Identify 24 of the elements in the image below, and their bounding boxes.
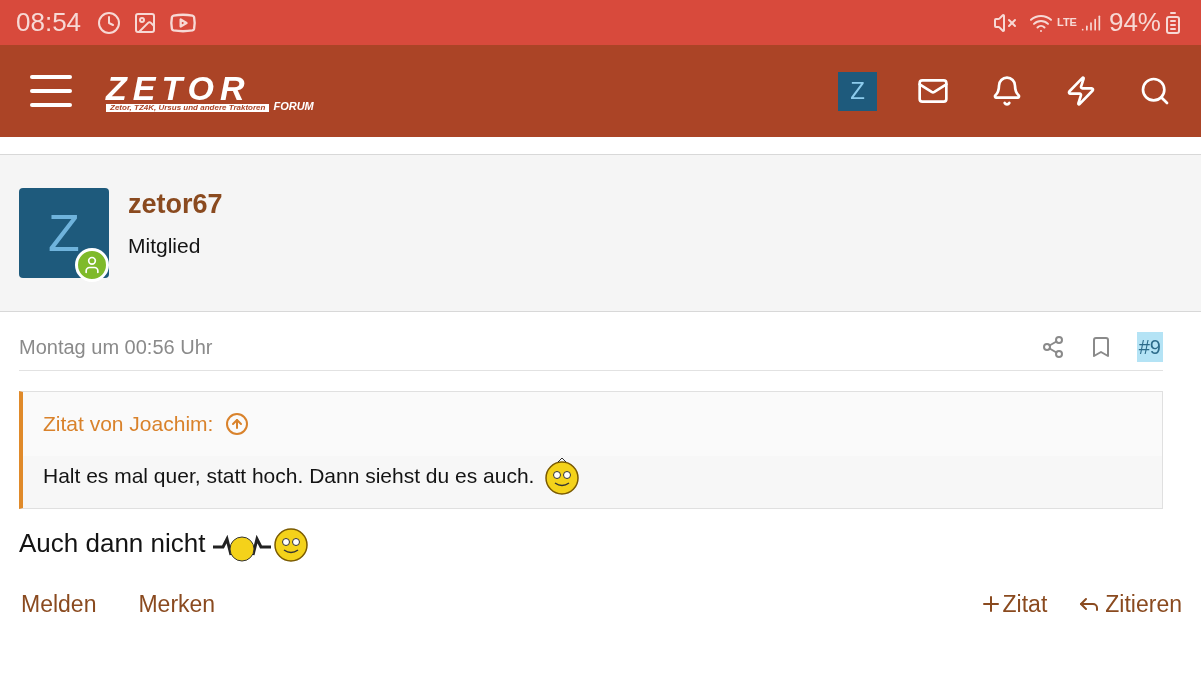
post-action-link[interactable]: Merken xyxy=(138,586,216,621)
reply-link[interactable]: Zitieren xyxy=(1077,586,1182,621)
post-number-link[interactable]: #9 xyxy=(1136,332,1163,362)
quote-text: Halt es mal quer, statt hoch. Dann siehst du es auch. xyxy=(43,462,535,489)
post-action-link[interactable]: Melden xyxy=(21,586,97,621)
user-avatar-button[interactable]: Z xyxy=(838,71,877,111)
author-role: Mitglied xyxy=(128,232,202,259)
menu-icon[interactable] xyxy=(30,73,72,109)
lightning-icon[interactable] xyxy=(1065,75,1097,107)
author-name[interactable]: zetor67 xyxy=(128,188,223,222)
post-date[interactable]: Montag um 00:56 Uhr xyxy=(19,332,213,362)
bell-icon[interactable] xyxy=(991,75,1023,107)
dancing-smiley-icon xyxy=(213,532,272,563)
clock-icon xyxy=(97,10,122,35)
clock-time: 08:54 xyxy=(16,6,82,39)
battery-level: 94% xyxy=(1108,6,1161,39)
image-icon xyxy=(133,10,158,35)
jump-up-icon[interactable] xyxy=(225,411,250,436)
network-label: LTE xyxy=(1057,15,1077,31)
share-icon[interactable] xyxy=(1040,335,1065,359)
forum-logo[interactable]: ZETOR Zetor, TZ4K, Ursus und andere Traktoren FORUM xyxy=(106,70,314,112)
search-icon[interactable] xyxy=(1139,75,1171,107)
post-text: Auch dann nicht xyxy=(19,526,206,560)
add-quote-link[interactable]: Zitat xyxy=(978,586,1048,621)
